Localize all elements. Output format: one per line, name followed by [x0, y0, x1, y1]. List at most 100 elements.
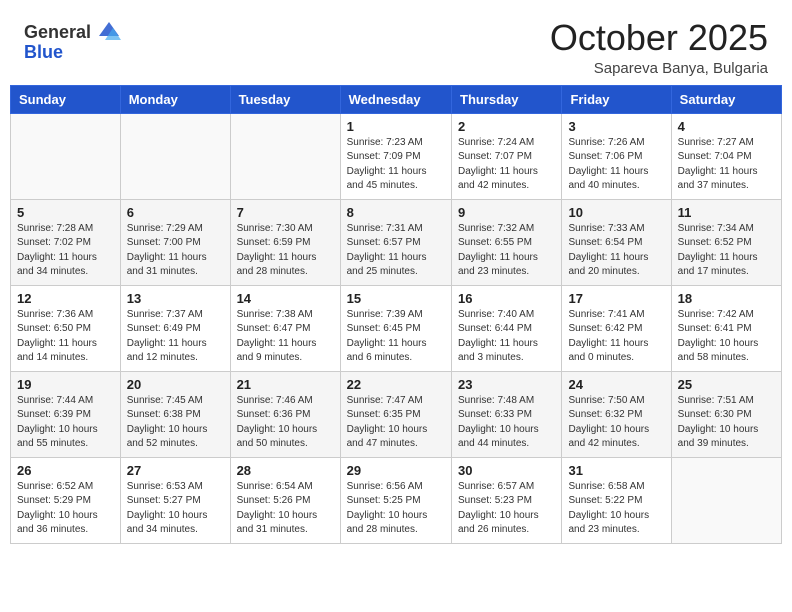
day-info: Sunrise: 7:29 AM Sunset: 7:00 PM Dayligh… — [127, 222, 224, 280]
calendar-row-2: 5Sunrise: 7:28 AM Sunset: 7:02 PM Daylig… — [11, 199, 782, 285]
day-info: Sunrise: 7:31 AM Sunset: 6:57 PM Dayligh… — [347, 222, 445, 280]
day-info: Sunrise: 6:57 AM Sunset: 5:23 PM Dayligh… — [458, 480, 555, 538]
col-thursday: Thursday — [452, 85, 562, 113]
calendar-cell: 8 Sunrise: 7:31 AM Sunset: 6:57 PM Daylig… — [340, 199, 451, 285]
day-number: 20 — [127, 377, 224, 392]
day-number: 16 — [458, 291, 555, 306]
subtitle: Sapareva Banya, Bulgaria — [550, 60, 768, 77]
day-number: 25 — [678, 377, 775, 392]
calendar-cell: 10 Sunrise: 7:33 AM Sunset: 6:54 PM Dayli… — [562, 199, 671, 285]
calendar-body: 1 Sunrise: 7:23 AM Sunset: 7:09 PM Daylig… — [11, 113, 782, 543]
header: General Blue October 2025 Sapareva Banya… — [0, 0, 792, 85]
col-friday: Friday — [562, 85, 671, 113]
calendar-cell: 13 Sunrise: 7:37 AM Sunset: 6:49 PM Dayli… — [120, 285, 230, 371]
day-number: 22 — [347, 377, 445, 392]
calendar-cell: 20 Sunrise: 7:45 AM Sunset: 6:38 PM Dayli… — [120, 371, 230, 457]
calendar-cell — [120, 113, 230, 199]
day-number: 12 — [17, 291, 114, 306]
calendar-cell: 21 Sunrise: 7:46 AM Sunset: 6:36 PM Dayli… — [230, 371, 340, 457]
day-number: 18 — [678, 291, 775, 306]
page: General Blue October 2025 Sapareva Banya… — [0, 0, 792, 612]
calendar-cell: 28 Sunrise: 6:54 AM Sunset: 5:26 PM Dayli… — [230, 457, 340, 543]
day-number: 3 — [568, 119, 664, 134]
day-info: Sunrise: 7:45 AM Sunset: 6:38 PM Dayligh… — [127, 394, 224, 452]
day-number: 21 — [237, 377, 334, 392]
calendar-cell: 30 Sunrise: 6:57 AM Sunset: 5:23 PM Dayli… — [452, 457, 562, 543]
day-number: 4 — [678, 119, 775, 134]
calendar-cell: 24Sunrise: 7:50 AM Sunset: 6:32 PM Dayli… — [562, 371, 671, 457]
day-info: Sunrise: 7:30 AM Sunset: 6:59 PM Dayligh… — [237, 222, 334, 280]
calendar-header: Sunday Monday Tuesday Wednesday Thursday… — [11, 85, 782, 113]
day-number: 26 — [17, 463, 114, 478]
day-number: 13 — [127, 291, 224, 306]
day-info: Sunrise: 7:47 AM Sunset: 6:35 PM Dayligh… — [347, 394, 445, 452]
day-info: Sunrise: 7:39 AM Sunset: 6:45 PM Dayligh… — [347, 308, 445, 366]
calendar-cell: 4 Sunrise: 7:27 AM Sunset: 7:04 PM Daylig… — [671, 113, 781, 199]
title-block: October 2025 Sapareva Banya, Bulgaria — [550, 18, 768, 77]
day-info: Sunrise: 6:54 AM Sunset: 5:26 PM Dayligh… — [237, 480, 334, 538]
calendar-cell: 1 Sunrise: 7:23 AM Sunset: 7:09 PM Daylig… — [340, 113, 451, 199]
calendar-row-3: 12 Sunrise: 7:36 AM Sunset: 6:50 PM Dayli… — [11, 285, 782, 371]
day-number: 14 — [237, 291, 334, 306]
day-info: Sunrise: 7:40 AM Sunset: 6:44 PM Dayligh… — [458, 308, 555, 366]
day-number: 27 — [127, 463, 224, 478]
day-info: Sunrise: 7:24 AM Sunset: 7:07 PM Dayligh… — [458, 136, 555, 194]
calendar-cell: 5Sunrise: 7:28 AM Sunset: 7:02 PM Daylig… — [11, 199, 121, 285]
calendar-cell: 15Sunrise: 7:39 AM Sunset: 6:45 PM Dayli… — [340, 285, 451, 371]
day-info: Sunrise: 7:46 AM Sunset: 6:36 PM Dayligh… — [237, 394, 334, 452]
calendar-cell: 29 Sunrise: 6:56 AM Sunset: 5:25 PM Dayli… — [340, 457, 451, 543]
calendar-cell: 31 Sunrise: 6:58 AM Sunset: 5:22 PM Dayli… — [562, 457, 671, 543]
col-wednesday: Wednesday — [340, 85, 451, 113]
calendar-cell: 12 Sunrise: 7:36 AM Sunset: 6:50 PM Dayli… — [11, 285, 121, 371]
calendar-cell — [671, 457, 781, 543]
day-number: 7 — [237, 205, 334, 220]
day-number: 2 — [458, 119, 555, 134]
col-saturday: Saturday — [671, 85, 781, 113]
day-info: Sunrise: 7:42 AM Sunset: 6:41 PM Dayligh… — [678, 308, 775, 366]
day-info: Sunrise: 7:48 AM Sunset: 6:33 PM Dayligh… — [458, 394, 555, 452]
calendar-cell: 2 Sunrise: 7:24 AM Sunset: 7:07 PM Daylig… — [452, 113, 562, 199]
day-info: Sunrise: 7:50 AM Sunset: 6:32 PM Dayligh… — [568, 394, 664, 452]
day-number: 30 — [458, 463, 555, 478]
day-info: Sunrise: 7:23 AM Sunset: 7:09 PM Dayligh… — [347, 136, 445, 194]
day-info: Sunrise: 6:56 AM Sunset: 5:25 PM Dayligh… — [347, 480, 445, 538]
calendar-cell: 9Sunrise: 7:32 AM Sunset: 6:55 PM Daylig… — [452, 199, 562, 285]
calendar-cell — [11, 113, 121, 199]
day-info: Sunrise: 7:34 AM Sunset: 6:52 PM Dayligh… — [678, 222, 775, 280]
col-tuesday: Tuesday — [230, 85, 340, 113]
day-number: 8 — [347, 205, 445, 220]
day-info: Sunrise: 7:36 AM Sunset: 6:50 PM Dayligh… — [17, 308, 114, 366]
day-number: 6 — [127, 205, 224, 220]
calendar-cell: 7 Sunrise: 7:30 AM Sunset: 6:59 PM Daylig… — [230, 199, 340, 285]
calendar-cell: 17 Sunrise: 7:41 AM Sunset: 6:42 PM Dayli… — [562, 285, 671, 371]
calendar-cell: 18 Sunrise: 7:42 AM Sunset: 6:41 PM Dayli… — [671, 285, 781, 371]
logo-general: General — [24, 22, 91, 43]
header-row: Sunday Monday Tuesday Wednesday Thursday… — [11, 85, 782, 113]
calendar-cell: 6 Sunrise: 7:29 AM Sunset: 7:00 PM Daylig… — [120, 199, 230, 285]
logo-icon — [95, 18, 123, 46]
day-number: 29 — [347, 463, 445, 478]
day-info: Sunrise: 7:33 AM Sunset: 6:54 PM Dayligh… — [568, 222, 664, 280]
col-monday: Monday — [120, 85, 230, 113]
day-info: Sunrise: 6:58 AM Sunset: 5:22 PM Dayligh… — [568, 480, 664, 538]
day-number: 31 — [568, 463, 664, 478]
calendar-row-1: 1 Sunrise: 7:23 AM Sunset: 7:09 PM Daylig… — [11, 113, 782, 199]
calendar-cell: 22 Sunrise: 7:47 AM Sunset: 6:35 PM Dayli… — [340, 371, 451, 457]
calendar-row-4: 19Sunrise: 7:44 AM Sunset: 6:39 PM Dayli… — [11, 371, 782, 457]
day-number: 11 — [678, 205, 775, 220]
day-number: 19 — [17, 377, 114, 392]
day-number: 28 — [237, 463, 334, 478]
day-number: 1 — [347, 119, 445, 134]
day-info: Sunrise: 7:41 AM Sunset: 6:42 PM Dayligh… — [568, 308, 664, 366]
calendar-cell: 11 Sunrise: 7:34 AM Sunset: 6:52 PM Dayli… — [671, 199, 781, 285]
day-info: Sunrise: 7:37 AM Sunset: 6:49 PM Dayligh… — [127, 308, 224, 366]
col-sunday: Sunday — [11, 85, 121, 113]
calendar-cell — [230, 113, 340, 199]
day-info: Sunrise: 7:27 AM Sunset: 7:04 PM Dayligh… — [678, 136, 775, 194]
calendar-cell: 3 Sunrise: 7:26 AM Sunset: 7:06 PM Daylig… — [562, 113, 671, 199]
day-number: 17 — [568, 291, 664, 306]
day-number: 10 — [568, 205, 664, 220]
calendar-cell: 16 Sunrise: 7:40 AM Sunset: 6:44 PM Dayli… — [452, 285, 562, 371]
calendar-cell: 27Sunrise: 6:53 AM Sunset: 5:27 PM Dayli… — [120, 457, 230, 543]
day-info: Sunrise: 7:26 AM Sunset: 7:06 PM Dayligh… — [568, 136, 664, 194]
